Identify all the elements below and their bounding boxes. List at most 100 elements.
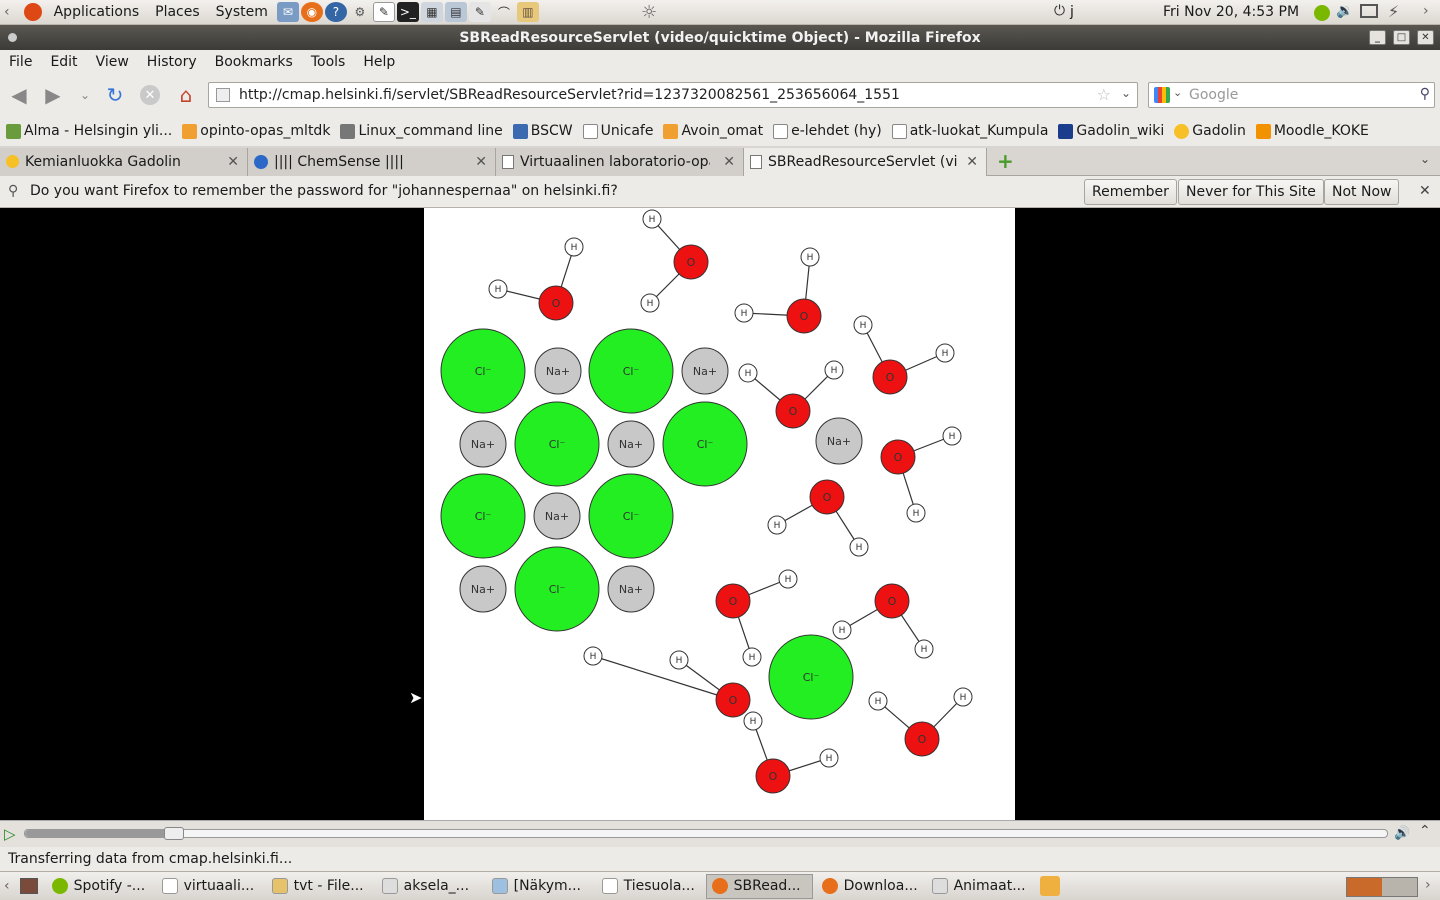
display-icon[interactable] — [1360, 4, 1378, 18]
menu-file[interactable]: File — [0, 54, 41, 70]
text-editor-launcher-icon[interactable]: ✎ — [372, 2, 395, 22]
bookmark-item[interactable]: Moodle_KOKE — [1255, 123, 1369, 139]
taskbar-item-aksela[interactable]: aksela_... — [376, 874, 483, 899]
places-menu[interactable]: Places — [147, 4, 208, 20]
video-progress-knob[interactable] — [164, 827, 185, 840]
search-engine-dropdown-icon[interactable]: ⌄ — [1173, 86, 1182, 99]
tab-chemsense[interactable]: |||| ChemSense |||| ✕ — [248, 147, 496, 176]
bookmark-item[interactable]: Gadolin — [1174, 123, 1246, 139]
close-window-button[interactable]: ✕ — [1417, 30, 1434, 45]
panel-arrow-right-icon[interactable]: › — [1423, 3, 1429, 19]
menu-view[interactable]: View — [87, 54, 138, 70]
system-menu[interactable]: System — [208, 4, 276, 20]
taskbar-item-tiesuola[interactable]: Tiesuola... — [596, 874, 703, 899]
video-volume-icon[interactable]: 🔊 — [1394, 826, 1410, 841]
minimize-button[interactable]: _ — [1369, 30, 1386, 45]
show-desktop-icon[interactable] — [19, 878, 38, 894]
taskbar-item-nakym[interactable]: [Näkym... — [486, 874, 593, 899]
tab-sbreadresource[interactable]: SBReadResourceServlet (vi... ✕ — [744, 147, 987, 176]
key-icon: ⚲ — [8, 183, 19, 199]
taskbar: ‹ Spotify -... virtuaali... tvt - File..… — [0, 871, 1440, 900]
not-now-button[interactable]: Not Now — [1324, 179, 1400, 205]
url-text[interactable]: http://cmap.helsinki.fi/servlet/SBReadRe… — [209, 87, 900, 103]
menu-help[interactable]: Help — [354, 54, 404, 70]
presentation-launcher-icon[interactable]: ▤ — [444, 2, 467, 22]
tab-kemianluokka[interactable]: Kemianluokka Gadolin ✕ — [0, 147, 248, 176]
bookmark-item[interactable]: Linux_command line — [340, 123, 503, 139]
taskbar-left-arrow-icon[interactable]: ‹ — [4, 878, 10, 894]
power-icon[interactable]: ⏻ — [1054, 3, 1065, 19]
tab-close-icon[interactable]: ✕ — [966, 154, 978, 170]
taskbar-item-spotify[interactable]: Spotify -... — [46, 874, 153, 899]
video-progress-track[interactable] — [24, 827, 1388, 840]
menu-history[interactable]: History — [138, 54, 206, 70]
menu-edit[interactable]: Edit — [41, 54, 86, 70]
quicktime-video[interactable]: Cl⁻ Cl⁻ Cl⁻ Cl⁻ Cl⁻ Cl⁻ Cl⁻ Cl⁻ Na+ Na+ Na+ Na+ Na+ N… — [424, 208, 1015, 820]
panel-clock[interactable]: Fri Nov 20, 4:53 PM — [1163, 4, 1299, 20]
history-dropdown-icon[interactable]: ⌄ — [70, 80, 100, 110]
bookmark-star-icon[interactable]: ☆ — [1097, 85, 1111, 104]
bookmark-item[interactable]: e-lehdet (hy) — [773, 123, 882, 139]
applications-menu[interactable]: Applications — [46, 4, 148, 20]
menu-bookmarks[interactable]: Bookmarks — [206, 54, 302, 70]
help-launcher-icon[interactable]: ? — [324, 2, 347, 22]
reload-icon[interactable]: ↻ — [100, 80, 130, 110]
terminal-launcher-icon[interactable]: >_ — [396, 2, 419, 22]
network-launcher-icon[interactable]: ⚙ — [349, 2, 371, 22]
search-engine-icon[interactable] — [1154, 87, 1170, 103]
folder-icon — [182, 123, 198, 139]
remember-button[interactable]: Remember — [1084, 179, 1177, 205]
writer-launcher-icon[interactable]: ✎ — [468, 2, 491, 22]
url-bar[interactable]: http://cmap.helsinki.fi/servlet/SBReadRe… — [208, 82, 1138, 108]
search-box[interactable]: ⌄ Google ⚲ — [1148, 82, 1435, 108]
tab-close-icon[interactable]: ✕ — [723, 154, 735, 170]
search-icon[interactable]: ⚲ — [1420, 86, 1430, 102]
tab-list-icon[interactable]: ⌄ — [1420, 152, 1430, 166]
taskbar-item-downloads[interactable]: Downloa... — [816, 874, 923, 899]
mail-launcher-icon[interactable]: ✉ — [276, 2, 299, 22]
network-tray-icon[interactable]: ⚡ — [1388, 2, 1399, 21]
home-icon[interactable]: ⌂ — [171, 80, 201, 110]
taskbar-item-sbread[interactable]: SBRead... — [705, 873, 813, 899]
forward-icon[interactable]: ▶ — [38, 80, 68, 110]
volume-icon[interactable]: 🔉 — [1336, 3, 1353, 19]
taskbar-item-animaat[interactable]: Animaat... — [926, 874, 1033, 899]
draw-launcher-icon[interactable]: ⌒ — [493, 2, 515, 22]
calc-launcher-icon[interactable]: ▦ — [420, 2, 443, 22]
user-name[interactable]: j — [1070, 4, 1074, 20]
trash-icon[interactable] — [1039, 876, 1060, 896]
maximize-button[interactable]: □ — [1393, 30, 1410, 45]
back-icon[interactable]: ◀ — [4, 80, 34, 110]
spotify-tray-icon[interactable] — [1314, 5, 1330, 21]
firefox-launcher-icon[interactable]: ◉ — [300, 2, 323, 22]
notification-close-icon[interactable]: ✕ — [1419, 183, 1431, 199]
bookmark-item[interactable]: Alma - Helsingin yli... — [6, 123, 172, 139]
bookmark-item[interactable]: atk-luokat_Kumpula — [891, 123, 1048, 139]
new-tab-icon[interactable]: + — [997, 149, 1014, 173]
stop-icon[interactable]: ✕ — [135, 80, 165, 110]
window-titlebar[interactable]: SBReadResourceServlet (video/quicktime O… — [0, 25, 1440, 50]
controls-expand-icon[interactable]: ⌃ — [1419, 823, 1431, 839]
never-for-site-button[interactable]: Never for This Site — [1178, 179, 1324, 205]
brightness-icon[interactable]: ☼ — [641, 2, 657, 23]
tab-close-icon[interactable]: ✕ — [227, 154, 239, 170]
taskbar-item-tvt[interactable]: tvt - File... — [266, 874, 373, 899]
tab-virtuaalinen[interactable]: Virtuaalinen laboratorio-opas ✕ — [496, 147, 744, 176]
window-menu-icon[interactable] — [8, 33, 17, 42]
bookmark-item[interactable]: BSCW — [512, 123, 573, 139]
taskbar-right-arrow-icon[interactable]: › — [1425, 877, 1431, 893]
taskbar-item-virtuaali[interactable]: virtuaali... — [156, 874, 263, 899]
workspace-switcher[interactable] — [1346, 877, 1418, 897]
panel-arrow-left-icon[interactable]: ‹ — [0, 4, 14, 20]
ubuntu-logo-icon — [23, 3, 42, 21]
play-icon[interactable]: ▷ — [4, 825, 16, 843]
archive-launcher-icon[interactable]: ▥ — [516, 2, 539, 22]
menu-tools[interactable]: Tools — [302, 54, 355, 70]
bookmark-item[interactable]: Gadolin_wiki — [1058, 123, 1164, 139]
tab-close-icon[interactable]: ✕ — [475, 154, 487, 170]
bookmark-item[interactable]: opinto-opas_mltdk — [182, 123, 330, 139]
site-identity-icon[interactable] — [216, 88, 230, 102]
bookmark-item[interactable]: Unicafe — [582, 123, 653, 139]
url-dropdown-icon[interactable]: ⌄ — [1121, 86, 1131, 100]
bookmark-item[interactable]: Avoin_omat — [663, 123, 763, 139]
